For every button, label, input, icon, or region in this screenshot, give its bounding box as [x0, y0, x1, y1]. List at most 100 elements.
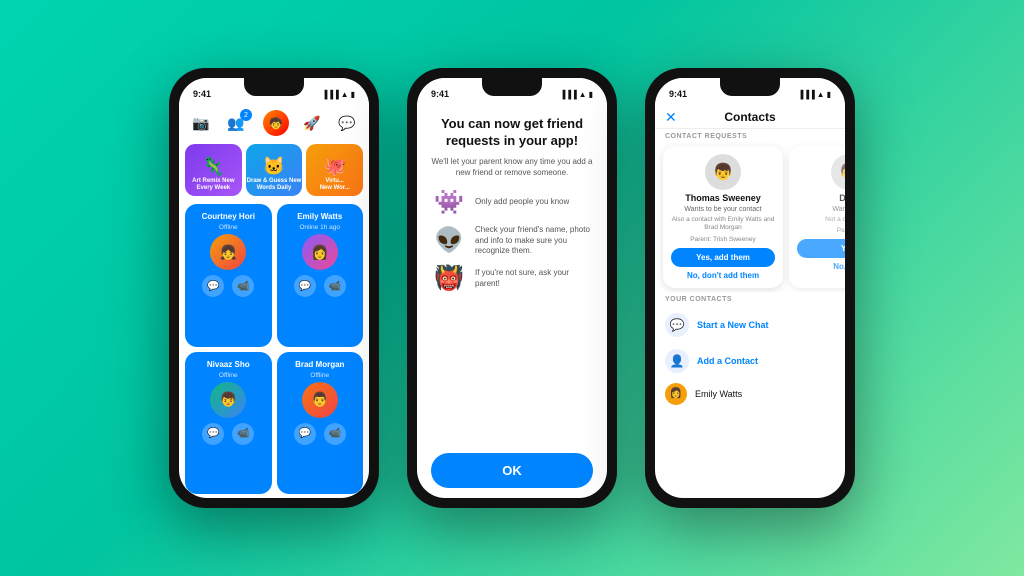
- start-new-chat-row[interactable]: 💬 Start a New Chat: [655, 307, 845, 343]
- add-contact-icon: 👤: [665, 349, 689, 373]
- info-emoji-3: 👹: [431, 264, 467, 293]
- dir-yes-button[interactable]: Yes,: [797, 239, 845, 258]
- phone1-header: 📷 👥 2 🧒 🚀 💬: [179, 106, 369, 140]
- phone-1: 9:41 ▐▐▐ ▲ ▮ 📷 👥 2 🧒 🚀 💬 🦎 Art R: [169, 68, 379, 508]
- phone2-content: You can now get friend requests in your …: [417, 106, 607, 498]
- brad-name: Brad Morgan: [295, 360, 344, 369]
- thomas-name: Thomas Sweeney: [685, 193, 761, 203]
- battery-icon: ▮: [351, 90, 355, 99]
- ok-button[interactable]: OK: [431, 453, 593, 488]
- dir-subtitle: Wants to...: [832, 206, 845, 213]
- contact-brad: Brad Morgan Offline 👨 💬 📹: [277, 352, 364, 495]
- games-row: 🦎 Art Remix New Every Week 🐱 Draw & Gues…: [179, 140, 369, 200]
- info-text-1: Only add people you know: [475, 197, 593, 207]
- game-draw-guess[interactable]: 🐱 Draw & Guess New Words Daily: [246, 144, 303, 196]
- thomas-subtitle: Wants to be your contact: [684, 206, 761, 213]
- nivaaz-status: Offline: [219, 372, 238, 379]
- dir-avatar: 👦: [831, 154, 845, 190]
- contact-emily: Emily Watts Online 1h ago 👩 💬 📹: [277, 204, 364, 347]
- nivaaz-name: Nivaaz Sho: [207, 360, 250, 369]
- thomas-no-button[interactable]: No, don't add them: [687, 271, 759, 280]
- signal-icon: ▐▐▐: [322, 90, 339, 99]
- nivaaz-avatar: 👦: [210, 382, 246, 418]
- phone2-subtitle: We'll let your parent know any time you …: [431, 156, 593, 178]
- phone-3: 9:41 ▐▐▐ ▲ ▮ ✕ Contacts CONTACT REQUESTS…: [645, 68, 855, 508]
- emily-avatar: 👩: [302, 234, 338, 270]
- courtney-status: Offline: [219, 224, 238, 231]
- brad-chat-btn[interactable]: 💬: [294, 423, 316, 445]
- brad-actions: 💬 📹: [294, 423, 346, 445]
- camera-icon[interactable]: 📷: [189, 111, 213, 135]
- chat-icon[interactable]: 💬: [335, 111, 359, 135]
- courtney-avatar: 👧: [210, 234, 246, 270]
- contacts-grid: Courtney Hori Offline 👧 💬 📹 Emily Watts …: [179, 200, 369, 498]
- info-text-2: Check your friend's name, photo and info…: [475, 225, 593, 256]
- courtney-name: Courtney Hori: [202, 212, 255, 221]
- contacts-title: Contacts: [724, 110, 775, 124]
- status-bar-2: 9:41 ▐▐▐ ▲ ▮: [417, 78, 607, 106]
- rocket-icon[interactable]: 🚀: [300, 111, 324, 135]
- phone3-header: ✕ Contacts: [655, 106, 845, 129]
- dir-no-button[interactable]: No, do...: [833, 262, 845, 271]
- emily-chat-btn[interactable]: 💬: [294, 275, 316, 297]
- section-your-contacts-label: YOUR CONTACTS: [655, 292, 845, 305]
- contact-courtney: Courtney Hori Offline 👧 💬 📹: [185, 204, 272, 347]
- wifi-icon: ▲: [341, 90, 349, 99]
- info-text-3: If you're not sure, ask your parent!: [475, 268, 593, 289]
- time-3: 9:41: [669, 89, 687, 99]
- info-item-3: 👹 If you're not sure, ask your parent!: [431, 264, 593, 293]
- status-bar-3: 9:41 ▐▐▐ ▲ ▮: [655, 78, 845, 106]
- request-card-thomas: 👦 Thomas Sweeney Wants to be your contac…: [663, 146, 783, 288]
- virtu-label: Virtu...New Wor...: [320, 178, 350, 192]
- wifi-icon-2: ▲: [579, 90, 587, 99]
- close-button[interactable]: ✕: [665, 109, 677, 126]
- draw-guess-label: Draw & Guess New Words Daily: [246, 178, 303, 192]
- status-bar-1: 9:41 ▐▐▐ ▲ ▮: [179, 78, 369, 106]
- info-emoji-2: 👽: [431, 226, 467, 255]
- start-chat-icon: 💬: [665, 313, 689, 337]
- brad-video-btn[interactable]: 📹: [324, 423, 346, 445]
- dir-parent: Parent...: [837, 227, 845, 234]
- emily-list-name: Emily Watts: [695, 389, 742, 399]
- time-2: 9:41: [431, 89, 449, 99]
- nivaaz-chat-btn[interactable]: 💬: [202, 423, 224, 445]
- status-icons-2: ▐▐▐ ▲ ▮: [560, 90, 593, 99]
- dir-also-contact: Not a co... curr...: [825, 216, 845, 224]
- thomas-parent: Parent: Trish Sweeney: [690, 236, 755, 243]
- signal-icon-3: ▐▐▐: [798, 90, 815, 99]
- thomas-yes-button[interactable]: Yes, add them: [671, 248, 775, 267]
- emily-row[interactable]: 👩 Emily Watts: [655, 379, 845, 409]
- brad-avatar: 👨: [302, 382, 338, 418]
- emily-actions: 💬 📹: [294, 275, 346, 297]
- add-contact-row[interactable]: 👤 Add a Contact: [655, 343, 845, 379]
- emily-status: Online 1h ago: [300, 224, 340, 231]
- user-avatar[interactable]: 🧒: [263, 110, 289, 136]
- game-virtu[interactable]: 🐙 Virtu...New Wor...: [306, 144, 363, 196]
- draw-guess-emoji: 🐱: [263, 156, 285, 177]
- virtu-emoji: 🐙: [323, 156, 345, 177]
- courtney-actions: 💬 📹: [202, 275, 254, 297]
- thomas-also-contact: Also a contact with Emily Watts and Brad…: [671, 216, 775, 233]
- art-remix-label: Art Remix New Every Week: [185, 178, 242, 192]
- your-contacts-section: 💬 Start a New Chat 👤 Add a Contact 👩 Emi…: [655, 305, 845, 411]
- contact-requests-scroll: 👦 Thomas Sweeney Wants to be your contac…: [655, 142, 845, 292]
- wifi-icon-3: ▲: [817, 90, 825, 99]
- game-art-remix[interactable]: 🦎 Art Remix New Every Week: [185, 144, 242, 196]
- status-icons-1: ▐▐▐ ▲ ▮: [322, 90, 355, 99]
- nivaaz-video-btn[interactable]: 📹: [232, 423, 254, 445]
- time-1: 9:41: [193, 89, 211, 99]
- thomas-avatar: 👦: [705, 154, 741, 190]
- brad-status: Offline: [310, 372, 329, 379]
- dir-name: Dir...: [839, 193, 845, 203]
- request-card-dir: 👦 Dir... Wants to... Not a co... curr...…: [789, 146, 845, 288]
- courtney-video-btn[interactable]: 📹: [232, 275, 254, 297]
- phone-2: 9:41 ▐▐▐ ▲ ▮ You can now get friend requ…: [407, 68, 617, 508]
- info-emoji-1: 👾: [431, 188, 467, 217]
- courtney-chat-btn[interactable]: 💬: [202, 275, 224, 297]
- emily-video-btn[interactable]: 📹: [324, 275, 346, 297]
- section-requests-label: CONTACT REQUESTS: [655, 129, 845, 142]
- emily-name: Emily Watts: [297, 212, 342, 221]
- signal-icon-2: ▐▐▐: [560, 90, 577, 99]
- info-item-1: 👾 Only add people you know: [431, 188, 593, 217]
- emily-list-avatar: 👩: [665, 383, 687, 405]
